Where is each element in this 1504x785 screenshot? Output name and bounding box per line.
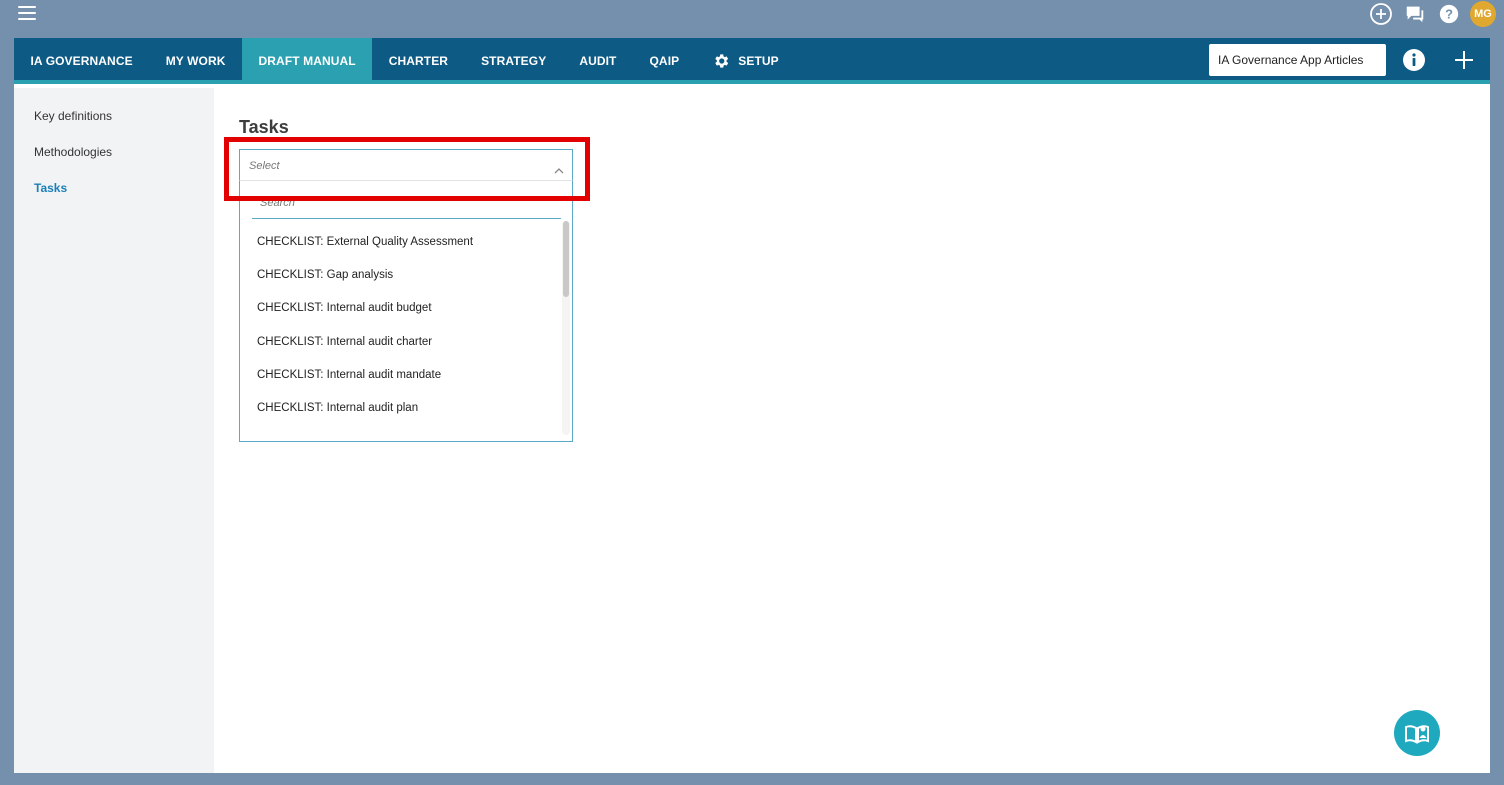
chat-icon[interactable] (1402, 1, 1428, 27)
tab-my-work[interactable]: MY WORK (149, 38, 242, 84)
main-content: Tasks Select CHECKLIST: External Quality… (214, 88, 1490, 773)
tab-strategy[interactable]: STRATEGY (465, 38, 563, 84)
articles-label: IA Governance App Articles (1218, 53, 1364, 67)
select-placeholder: Select (249, 160, 280, 172)
tab-label: CHARTER (388, 54, 449, 68)
dropdown-option[interactable]: CHECKLIST: Internal audit budget (240, 292, 560, 325)
sidebar-item-methodologies[interactable]: Methodologies (34, 145, 112, 159)
dropdown-option[interactable]: CHECKLIST: External Quality Assessment (240, 225, 560, 258)
dropdown-options: CHECKLIST: External Quality Assessment C… (240, 225, 560, 435)
dropdown-option[interactable]: CHECKLIST: Gap analysis (240, 258, 560, 291)
tab-label: AUDIT (579, 54, 617, 68)
tab-draft-manual[interactable]: DRAFT MANUAL (242, 38, 373, 84)
gear-icon (712, 52, 730, 70)
dropdown-search-input[interactable] (252, 187, 561, 219)
sidebar-item-tasks[interactable]: Tasks (34, 181, 67, 195)
page-title: Tasks (239, 117, 289, 137)
dropdown-option[interactable]: CHECKLIST: Internal audit mandate (240, 358, 560, 391)
tab-label: IA GOVERNANCE (30, 54, 133, 68)
plus-icon[interactable] (1452, 48, 1476, 72)
dropdown-option[interactable]: CHECKLIST: Internal audit plan (240, 391, 560, 424)
dropdown-option[interactable]: CHECKLIST: Internal audit charter (240, 325, 560, 358)
tab-qaip[interactable]: QAIP (633, 38, 696, 84)
tab-label: SETUP (738, 54, 779, 68)
svg-text:?: ? (1445, 7, 1453, 22)
hamburger-menu-icon[interactable] (18, 6, 36, 20)
articles-search-box[interactable]: IA Governance App Articles (1209, 44, 1386, 76)
tab-setup[interactable]: SETUP (696, 38, 796, 84)
tasks-dropdown: CHECKLIST: External Quality Assessment C… (239, 181, 573, 442)
sidebar: Key definitions Methodologies Tasks (14, 88, 214, 773)
app-frame: IA GOVERNANCE MY WORK DRAFT MANUAL CHART… (14, 38, 1490, 773)
tab-ia-governance[interactable]: IA GOVERNANCE (14, 38, 149, 84)
dropdown-scrollbar[interactable] (562, 221, 570, 435)
top-bar: ? MG (0, 0, 1504, 38)
info-icon[interactable] (1402, 48, 1426, 72)
help-icon[interactable]: ? (1436, 1, 1462, 27)
user-avatar[interactable]: MG (1470, 1, 1496, 27)
chevron-up-icon (554, 162, 564, 174)
scrollbar-thumb[interactable] (563, 221, 569, 297)
tab-label: MY WORK (165, 54, 226, 68)
tab-label: DRAFT MANUAL (258, 54, 356, 68)
tab-audit[interactable]: AUDIT (563, 38, 633, 84)
sidebar-item-key-definitions[interactable]: Key definitions (34, 109, 112, 123)
main-navbar: IA GOVERNANCE MY WORK DRAFT MANUAL CHART… (14, 38, 1490, 84)
tab-charter[interactable]: CHARTER (372, 38, 464, 84)
top-icons: ? MG (1368, 1, 1496, 27)
tab-label: QAIP (649, 54, 680, 68)
nav-tabs: IA GOVERNANCE MY WORK DRAFT MANUAL CHART… (14, 38, 795, 84)
book-reader-icon[interactable] (1394, 710, 1440, 756)
tab-label: STRATEGY (481, 54, 547, 68)
plus-circle-icon[interactable] (1368, 1, 1394, 27)
tasks-select[interactable]: Select (239, 149, 573, 181)
